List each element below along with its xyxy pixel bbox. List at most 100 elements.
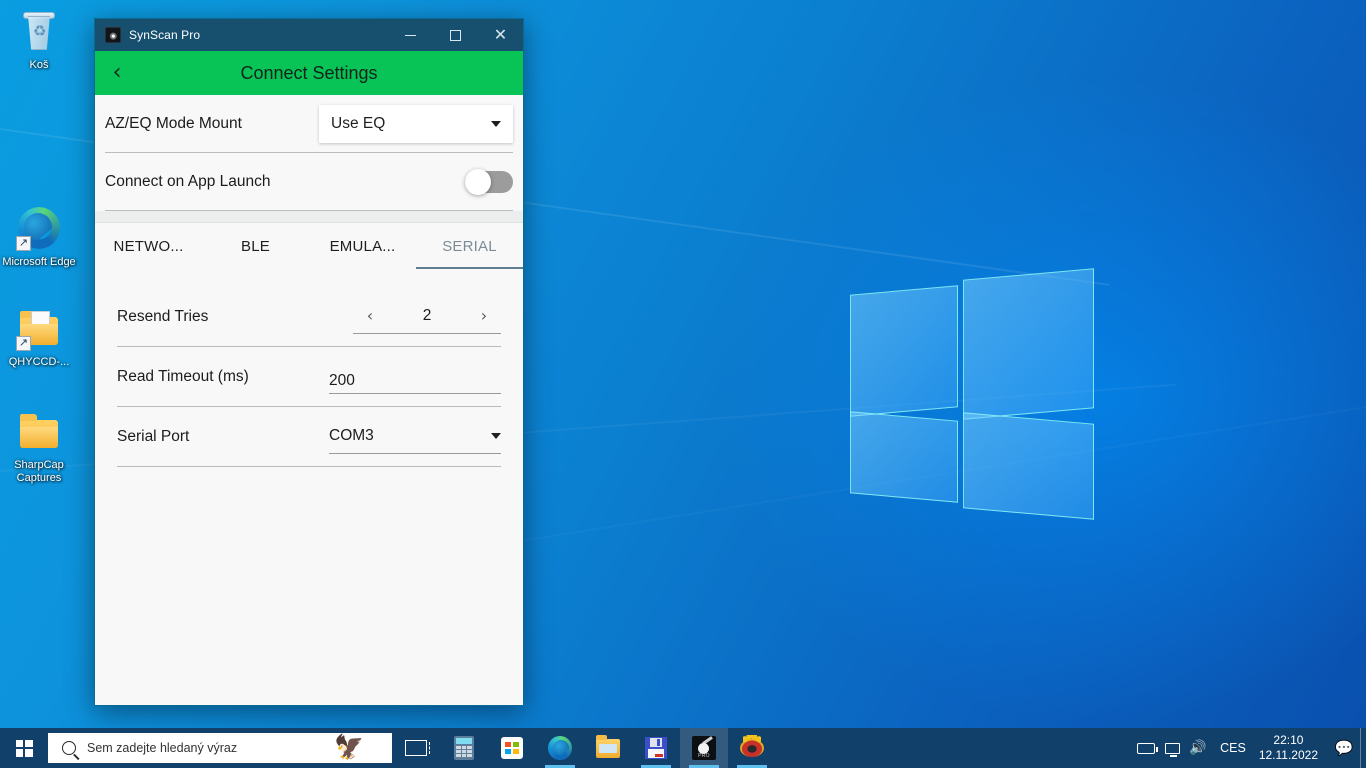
start-button[interactable] [0,728,48,768]
tray-power-button[interactable] [1133,728,1159,768]
chevron-down-icon [491,433,501,439]
setting-row-az-eq-mode: AZ/EQ Mode Mount Use EQ [105,95,513,153]
shortcut-arrow-icon: ↗ [16,336,31,351]
form-row-serial-port: Serial Port COM3 [117,407,501,467]
tab-emulator[interactable]: EMULA... [309,223,416,269]
maximize-button[interactable] [433,19,478,51]
show-desktop-button[interactable] [1360,728,1366,768]
maximize-icon [450,29,461,41]
search-icon [62,741,76,755]
taskbar-microsoft-edge[interactable] [536,728,584,768]
serial-settings-form: Resend Tries ‹ 2 › Read Timeout (ms) 200… [95,269,523,705]
power-plug-icon [1137,742,1159,754]
logo-pane [963,412,1094,520]
page-header: ‹ Connect Settings [95,51,523,95]
taskbar-gimp[interactable] [728,728,776,768]
taskbar-search-box[interactable]: Sem zadejte hledaný výraz 🦅 [48,733,392,763]
recycle-bin-icon: ♻ [15,8,63,56]
page-title: Connect Settings [240,62,378,83]
network-icon [1164,742,1180,757]
gimp-icon [740,735,764,757]
section-separator [95,211,523,223]
tray-clock[interactable]: 22:10 12.11.2022 [1255,728,1328,768]
app-icon [105,27,121,43]
logo-pane [963,268,1094,420]
microsoft-store-icon [501,737,523,759]
volume-icon: 🔊 [1189,740,1207,756]
task-view-icon [405,740,430,756]
dropdown-value: Use EQ [331,114,386,132]
taskbar-microsoft-store[interactable] [488,728,536,768]
edge-icon: ↗ [15,205,63,253]
synscan-pro-icon: PRO [692,736,716,760]
stepper-value: 2 [422,307,432,324]
stepper-increment-icon[interactable]: › [473,308,495,324]
window-title: SynScan Pro [129,28,201,42]
window-controls[interactable]: ✕ [388,19,523,51]
setting-label: AZ/EQ Mode Mount [105,114,242,132]
tray-time: 22:10 [1273,733,1304,747]
logo-pane [850,285,958,417]
desktop-icon-sharpcap-captures[interactable]: SharpCap Captures [2,408,76,485]
toggle-knob [465,168,491,195]
synscan-pro-window[interactable]: SynScan Pro ✕ ‹ Connect Settings AZ/EQ M… [94,18,524,706]
top-settings-section: AZ/EQ Mode Mount Use EQ Connect on App L… [95,95,523,211]
form-label: Serial Port [117,427,190,445]
task-view-button[interactable] [392,728,440,768]
form-row-read-timeout: Read Timeout (ms) 200 [117,347,501,407]
desktop-icon-label: Microsoft Edge [2,256,76,268]
resend-tries-stepper[interactable]: ‹ 2 › [353,300,501,334]
taskbar-file-explorer[interactable] [584,728,632,768]
desktop-icon-label: SharpCap Captures [14,459,64,484]
dropdown-value: COM3 [329,427,374,444]
serial-port-dropdown[interactable]: COM3 [329,420,501,454]
minimize-button[interactable] [388,19,433,51]
calculator-icon [454,736,474,760]
notification-icon: 💬 [1334,739,1354,757]
window-titlebar[interactable]: SynScan Pro ✕ [95,19,523,51]
taskbar[interactable]: Sem zadejte hledaný výraz 🦅 PRO 🔊 CES 22… [0,728,1366,768]
form-label: Read Timeout (ms) [117,367,249,385]
logo-pane [850,411,958,503]
floppy-disk-icon [645,737,667,759]
setting-row-connect-on-launch: Connect on App Launch [105,153,513,211]
close-icon: ✕ [493,25,508,44]
system-tray[interactable]: 🔊 CES 22:10 12.11.2022 💬 [1133,728,1366,768]
windows-logo-icon [15,739,33,757]
minimize-icon [405,34,416,36]
stepper-decrement-icon[interactable]: ‹ [359,308,381,324]
edge-icon [548,736,572,760]
desktop-icon-label: QHYCCD-... [8,356,70,368]
tab-serial[interactable]: SERIAL [416,223,523,269]
az-eq-mode-dropdown[interactable]: Use EQ [319,104,513,143]
chevron-left-icon: ‹ [112,60,122,85]
chevron-down-icon [491,120,501,127]
desktop[interactable]: ♻ Koš ↗ Microsoft Edge ↗ QHYCCD-... Shar… [0,0,1366,768]
desktop-icon-recycle-bin[interactable]: ♻ Koš [2,8,76,72]
form-label: Resend Tries [117,307,209,325]
taskbar-synscan-pro[interactable]: PRO [680,728,728,768]
desktop-icon-microsoft-edge[interactable]: ↗ Microsoft Edge [2,205,76,269]
connect-on-app-launch-toggle[interactable] [465,168,513,195]
tab-network[interactable]: NETWO... [95,223,202,269]
folder-with-document-icon: ↗ [15,305,63,353]
setting-label: Connect on App Launch [105,172,271,190]
tray-volume-button[interactable]: 🔊 [1185,728,1211,768]
desktop-icon-qhyccd[interactable]: ↗ QHYCCD-... [2,305,76,369]
form-row-resend-tries: Resend Tries ‹ 2 › [117,287,501,347]
tray-network-button[interactable] [1159,728,1185,768]
shortcut-arrow-icon: ↗ [16,236,31,251]
desktop-icon-label: Koš [29,59,49,71]
search-input[interactable]: Sem zadejte hledaný výraz [87,741,237,755]
folder-icon [15,408,63,456]
taskbar-sharpcap[interactable] [632,728,680,768]
connection-tabs[interactable]: NETWO... BLE EMULA... SERIAL [95,223,523,269]
taskbar-calculator[interactable] [440,728,488,768]
close-button[interactable]: ✕ [478,19,523,51]
tab-ble[interactable]: BLE [202,223,309,269]
eagle-decoration-icon: 🦅 [334,734,364,761]
read-timeout-input[interactable]: 200 [329,360,501,394]
back-button[interactable]: ‹ [95,51,139,95]
action-center-button[interactable]: 💬 [1328,728,1360,768]
tray-language-button[interactable]: CES [1211,728,1255,768]
